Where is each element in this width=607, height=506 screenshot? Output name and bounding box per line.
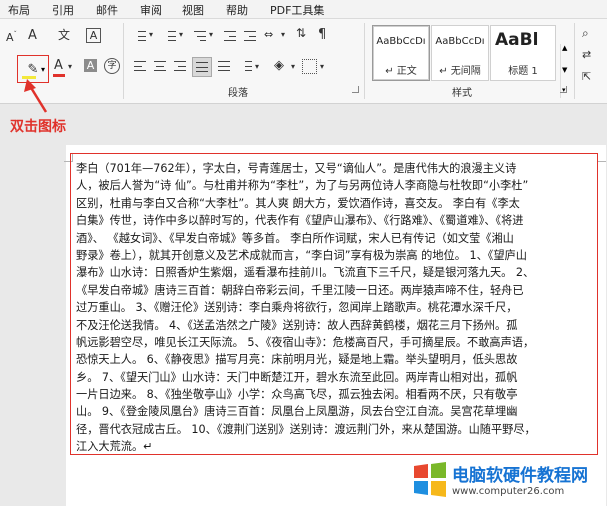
page-corner-mark: [597, 153, 606, 162]
windows-logo-icon: [414, 462, 446, 497]
selection-highlight-box: [70, 153, 598, 455]
watermark-title: 电脑软硬件教程网: [452, 466, 588, 486]
watermark-url: www.computer26.com: [452, 486, 565, 497]
watermark: 电脑软硬件教程网 www.computer26.com: [406, 456, 604, 504]
annotation-label: 双击图标: [10, 119, 66, 135]
